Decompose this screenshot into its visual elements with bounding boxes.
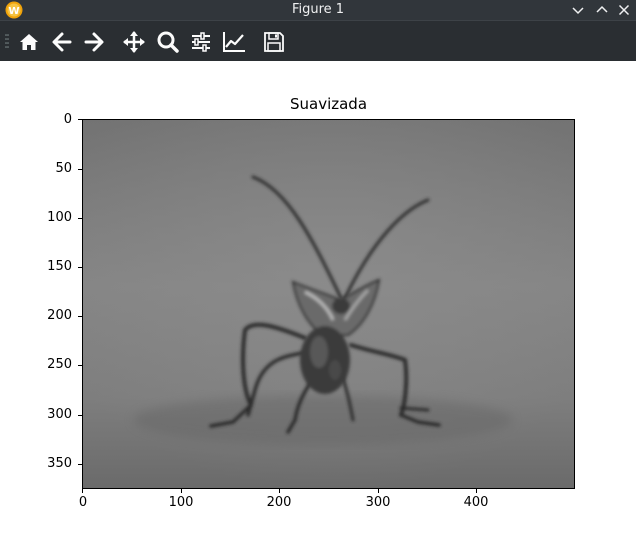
- y-tick: [78, 464, 82, 465]
- zoom-icon: [157, 31, 179, 53]
- x-tick: [181, 489, 182, 493]
- window-titlebar: W Figure 1: [0, 0, 636, 20]
- x-tick-label: 0: [78, 495, 88, 510]
- home-button[interactable]: [16, 29, 42, 55]
- y-tick-label: 300: [47, 407, 72, 422]
- y-tick: [78, 316, 82, 317]
- home-icon: [20, 34, 38, 50]
- pan-button[interactable]: [121, 29, 147, 55]
- y-tick: [78, 169, 82, 170]
- minimize-icon[interactable]: [570, 2, 586, 18]
- y-tick: [78, 119, 82, 120]
- line-chart-icon: [223, 32, 245, 52]
- y-tick: [78, 415, 82, 416]
- back-button[interactable]: [49, 29, 75, 55]
- close-icon[interactable]: [616, 2, 632, 18]
- y-tick: [78, 267, 82, 268]
- window-title: Figure 1: [291, 2, 345, 17]
- x-tick-label: 300: [365, 495, 391, 510]
- y-tick-label: 200: [47, 308, 72, 323]
- x-tick-label: 200: [266, 495, 292, 510]
- save-icon: [264, 32, 284, 52]
- x-tick-label: 100: [168, 495, 194, 510]
- y-tick-label: 350: [47, 456, 72, 471]
- matplotlib-toolbar: [0, 20, 636, 61]
- axes-title: Suavizada: [289, 95, 368, 113]
- x-tick: [476, 489, 477, 493]
- x-tick: [378, 489, 379, 493]
- move-icon: [123, 31, 145, 53]
- forward-arrow-icon: [84, 32, 104, 52]
- y-tick-label: 0: [63, 112, 72, 127]
- y-tick-label: 150: [47, 259, 72, 274]
- sliders-icon: [192, 32, 210, 52]
- y-tick: [78, 218, 82, 219]
- y-tick-label: 250: [47, 357, 72, 372]
- maximize-icon[interactable]: [594, 2, 610, 18]
- image-axes[interactable]: [82, 119, 575, 489]
- y-tick: [78, 365, 82, 366]
- zoom-button[interactable]: [155, 29, 181, 55]
- x-tick-label: 400: [463, 495, 489, 510]
- save-button[interactable]: [261, 29, 287, 55]
- blurred-insect-image: [83, 120, 574, 488]
- back-arrow-icon: [52, 32, 72, 52]
- forward-button[interactable]: [81, 29, 107, 55]
- y-tick-label: 100: [47, 210, 72, 225]
- y-tick-label: 50: [55, 161, 72, 176]
- x-tick: [279, 489, 280, 493]
- edit-axis-button[interactable]: [221, 29, 247, 55]
- toolbar-grip-icon[interactable]: [5, 33, 9, 51]
- configure-subplots-button[interactable]: [188, 29, 214, 55]
- x-tick: [82, 489, 83, 493]
